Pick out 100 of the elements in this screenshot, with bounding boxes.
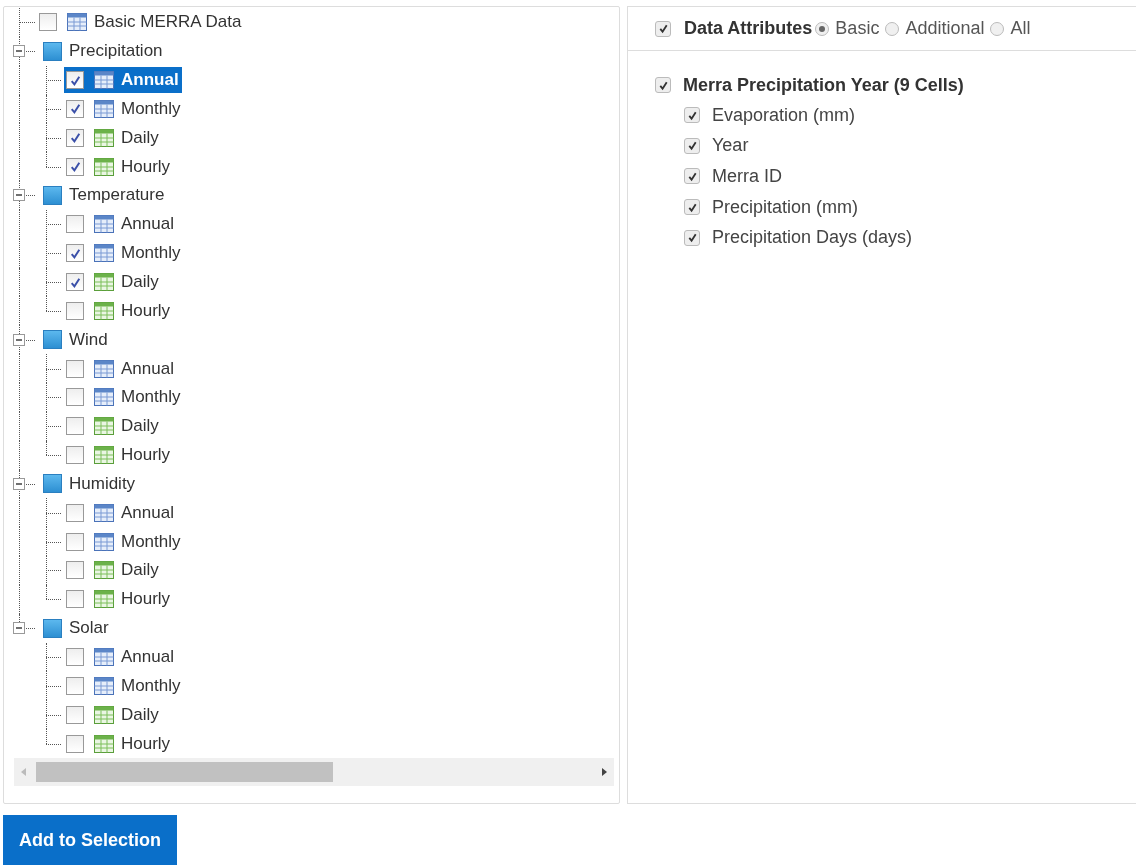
tree-label[interactable]: Humidity [69,473,136,494]
checkmark-icon [686,232,698,244]
table-icon [94,99,114,118]
checkbox[interactable] [66,128,84,147]
table-icon [94,273,114,291]
table-icon [94,590,114,609]
tree-label[interactable]: Daily [121,127,159,148]
checkmark-icon [686,109,698,121]
collapse-icon[interactable] [13,333,25,346]
checkbox[interactable] [66,417,84,436]
radio-option[interactable]: Basic [815,18,880,39]
checkbox[interactable] [66,648,84,666]
checkbox[interactable] [66,99,84,118]
tree-label[interactable]: Monthly [121,675,181,696]
checkbox[interactable] [66,676,84,695]
checkbox[interactable] [655,20,671,37]
tree-label[interactable]: Daily [121,272,159,292]
checkbox[interactable] [39,13,57,32]
table-icon [94,215,114,234]
attribute-label: Evaporation (mm) [712,104,856,126]
collapse-icon[interactable] [13,477,25,490]
table-icon [94,359,114,378]
table-icon [94,128,114,147]
attribute-label: Merra ID [712,166,782,187]
checkbox[interactable] [66,590,84,609]
tree-label[interactable]: Annual [121,70,179,91]
checkbox[interactable] [66,561,84,580]
checkbox[interactable] [66,71,84,90]
scroll-right-icon[interactable] [600,767,608,777]
checkbox[interactable] [66,244,84,263]
checkbox[interactable] [66,734,84,753]
checkbox[interactable] [66,532,84,551]
collapse-icon[interactable] [13,45,25,58]
tree-label[interactable]: Wind [69,329,108,350]
attribute-label: Precipitation (mm) [712,196,859,218]
tree-label[interactable]: Hourly [121,733,171,754]
checkbox[interactable] [684,229,700,246]
collapse-icon[interactable] [13,622,25,635]
scrollbar-thumb[interactable] [36,762,333,782]
checkbox[interactable] [684,107,700,124]
tree-label[interactable]: Solar [69,618,109,639]
horizontal-scrollbar[interactable] [14,758,614,786]
tree-label[interactable]: Annual [121,214,174,235]
selection-highlight[interactable]: Annual [64,67,182,94]
checkbox[interactable] [684,137,700,154]
checkbox[interactable] [66,359,84,378]
folder-icon [43,330,62,350]
add-to-selection-button[interactable]: Add to Selection [3,815,177,865]
checkmark-icon [686,171,698,182]
radio-button[interactable] [815,21,830,36]
tree-label[interactable]: Hourly [121,156,171,177]
tree-label[interactable]: Monthly [121,98,181,119]
attribute-label: Precipitation Days (days) [712,227,913,249]
folder-icon [43,618,62,638]
folder-icon [43,186,62,205]
table-icon [94,417,114,436]
checkmark-icon [686,201,698,213]
folder-icon [43,474,62,494]
tree-label[interactable]: Monthly [121,387,181,408]
table-icon [94,157,114,176]
checkbox[interactable] [684,168,700,185]
radio-button[interactable] [990,21,1005,36]
checkbox[interactable] [66,388,84,407]
tree-label[interactable]: Monthly [121,243,181,264]
tree-label[interactable]: Hourly [121,300,171,321]
checkbox[interactable] [66,273,84,291]
tree-label[interactable]: Monthly [121,531,181,552]
table-icon [94,561,114,580]
tree-label[interactable]: Precipitation [69,41,163,62]
checkbox[interactable] [655,77,671,93]
checkbox[interactable] [684,199,700,216]
table-icon [94,446,114,465]
tree-label[interactable]: Annual [121,358,174,379]
tree-label[interactable]: Daily [121,416,159,437]
section-title: Data Attributes [684,18,813,39]
tree-label[interactable]: Daily [121,704,159,725]
tree-label[interactable]: Hourly [121,589,171,610]
tree-label[interactable]: Temperature [69,185,165,206]
checkbox[interactable] [66,446,84,465]
table-icon [94,648,114,666]
checkbox[interactable] [66,215,84,234]
attribute-label: Year [712,135,749,157]
checkbox[interactable] [66,157,84,176]
checkbox[interactable] [66,503,84,522]
collapse-icon[interactable] [13,189,25,202]
checkmark-icon [657,79,669,91]
tree-label[interactable]: Daily [121,560,159,581]
checkbox[interactable] [66,705,84,724]
tree-label[interactable]: Basic MERRA Data [94,12,242,33]
radio-option[interactable]: All [990,18,1031,39]
tree-label[interactable]: Annual [121,502,174,523]
table-icon [94,734,114,753]
radio-option[interactable]: Additional [885,18,985,39]
tree-label[interactable]: Annual [121,647,174,667]
table-icon [94,705,114,724]
checkbox[interactable] [66,301,84,320]
table-icon [94,71,114,90]
radio-button[interactable] [885,21,900,36]
tree-label[interactable]: Hourly [121,445,171,466]
group-title: Merra Precipitation Year (9 Cells) [683,74,964,96]
